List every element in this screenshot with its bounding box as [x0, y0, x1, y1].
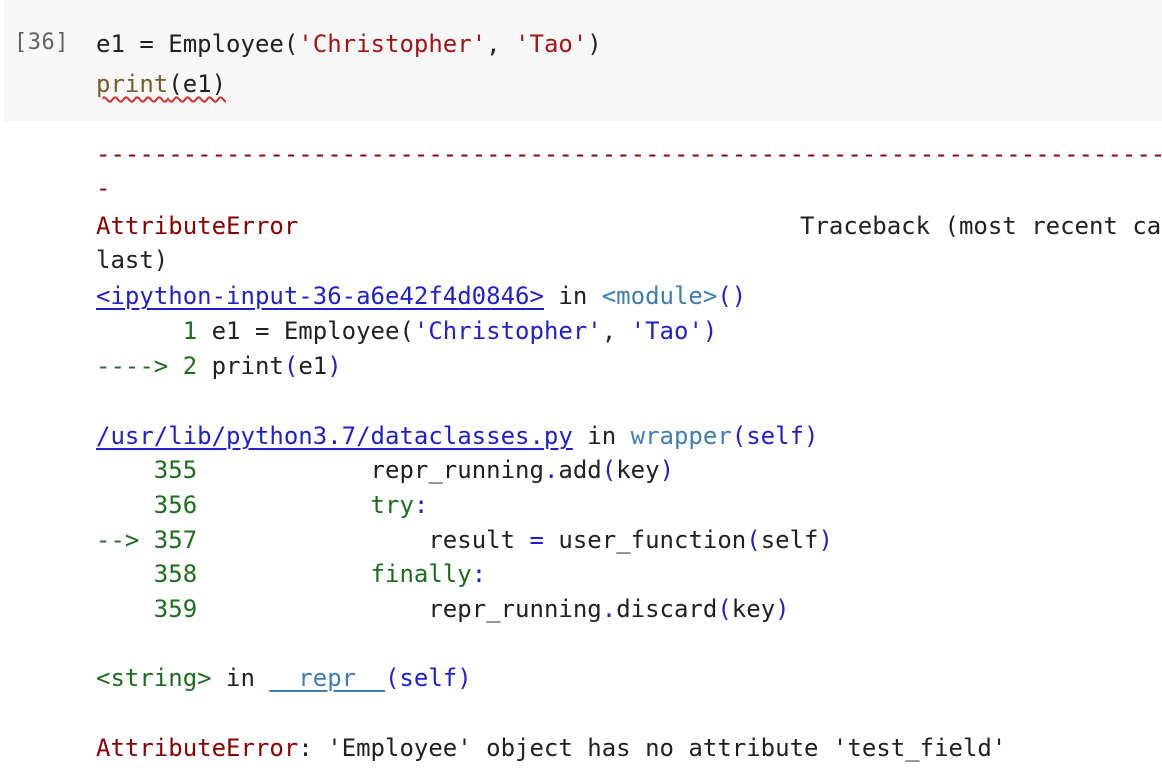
frame-parens: (self) [384, 664, 472, 692]
traceback-label: Traceback (most recent call [800, 212, 1162, 240]
line-number: 358 [96, 560, 198, 588]
code-input-area[interactable] [4, 0, 1162, 122]
traceback-label-wrap: last) [96, 246, 169, 274]
frame-file-tag: <string> [96, 664, 212, 692]
code-text: user_function [543, 526, 747, 554]
error-message: : 'Employee' object has no attribute 'te… [298, 734, 1007, 762]
code-text: repr_running [197, 595, 602, 623]
error-type: AttributeError [96, 212, 299, 240]
traceback-code-line-current: ----> 2 print(e1) [96, 352, 342, 380]
string-literal: 'Tao' [630, 317, 703, 345]
line-number: 355 [96, 456, 198, 484]
paren: ) [327, 352, 342, 380]
traceback-code-line-current: --> 357 result = user_function(self) [96, 526, 833, 554]
code-text: , [601, 317, 631, 345]
traceback-separator: ----------------------------------------… [96, 140, 1162, 168]
line-number: 359 [96, 595, 198, 623]
frame-scope: <module> [601, 282, 718, 310]
traceback-code-line: 356 try: [96, 491, 429, 519]
frame-in-text: in [543, 282, 602, 310]
frame-file-link[interactable]: /usr/lib/python3.7/dataclasses.py [96, 422, 573, 450]
traceback-code-line: 359 repr_running.discard(key) [96, 595, 790, 623]
traceback-code-line: 1 e1 = Employee('Christopher', 'Tao') [96, 317, 718, 345]
final-error-line: AttributeError: 'Employee' object has no… [96, 734, 1006, 762]
paren: ) [659, 456, 675, 484]
frame-scope: __repr__ [269, 664, 385, 692]
line-arrow-number: ----> 2 [96, 352, 198, 380]
code-text: key [616, 456, 660, 484]
call-args: (e1) [168, 70, 227, 98]
paren: ) [818, 526, 833, 554]
traceback-header: AttributeError Traceback (most recent cal… [96, 212, 1162, 240]
keyword: try [197, 491, 414, 519]
code-text: e1 = Employee( [96, 30, 299, 58]
code-text: add [558, 456, 602, 484]
frame-file-link[interactable]: <ipython-input-36-a6e42f4d0846> [96, 282, 544, 310]
code-text: result [197, 526, 530, 554]
notebook-cell: [36] e1 = Employee('Christopher', 'Tao')… [0, 0, 1162, 770]
traceback-code-line: 355 repr_running.add(key) [96, 456, 674, 484]
string-literal: 'Christopher' [413, 317, 602, 345]
operator: : [413, 491, 429, 519]
keyword: finally [197, 560, 472, 588]
frame-header-3: <string> in __repr__(self) [96, 664, 472, 692]
operator: . [543, 456, 559, 484]
line-arrow-number: --> 357 [96, 526, 198, 554]
paren: ) [775, 595, 790, 623]
code-text: e1 = Employee( [197, 317, 414, 345]
operator: : [471, 560, 487, 588]
code-text: e1 [298, 352, 328, 380]
frame-in-text: in [572, 422, 631, 450]
code-text: key [731, 595, 776, 623]
code-text: , [486, 30, 516, 58]
code-text: print [197, 352, 284, 380]
paren: ( [746, 526, 761, 554]
operator: = [529, 526, 544, 554]
code-text: ) [702, 317, 718, 345]
paren: ( [283, 352, 299, 380]
paren: ( [717, 595, 732, 623]
frame-header-2: /usr/lib/python3.7/dataclasses.py in wra… [96, 422, 818, 450]
error-type: AttributeError [96, 734, 299, 762]
frame-parens: (self) [731, 422, 819, 450]
string-literal: 'Tao' [515, 30, 588, 58]
traceback-output: ----------------------------------------… [96, 140, 1162, 770]
frame-scope: wrapper [630, 422, 732, 450]
traceback-code-line: 358 finally: [96, 560, 486, 588]
frame-parens: () [717, 282, 747, 310]
code-text: self [760, 526, 819, 554]
frame-in-text: in [211, 664, 270, 692]
code-line-1[interactable]: e1 = Employee('Christopher', 'Tao') [96, 30, 602, 58]
code-text: repr_running [197, 456, 544, 484]
frame-header-1: <ipython-input-36-a6e42f4d0846> in <modu… [96, 282, 746, 310]
code-text: discard [616, 595, 718, 623]
code-text: ) [587, 30, 602, 58]
line-number: 1 [96, 317, 198, 345]
string-literal: 'Christopher' [298, 30, 487, 58]
paren: ( [601, 456, 617, 484]
execution-count[interactable]: [36] [14, 30, 69, 55]
line-number: 356 [96, 491, 198, 519]
function-name: print [96, 70, 169, 98]
operator: . [601, 595, 617, 623]
code-line-2[interactable]: print(e1) [96, 70, 226, 98]
traceback-separator-wrap: - [96, 174, 111, 202]
